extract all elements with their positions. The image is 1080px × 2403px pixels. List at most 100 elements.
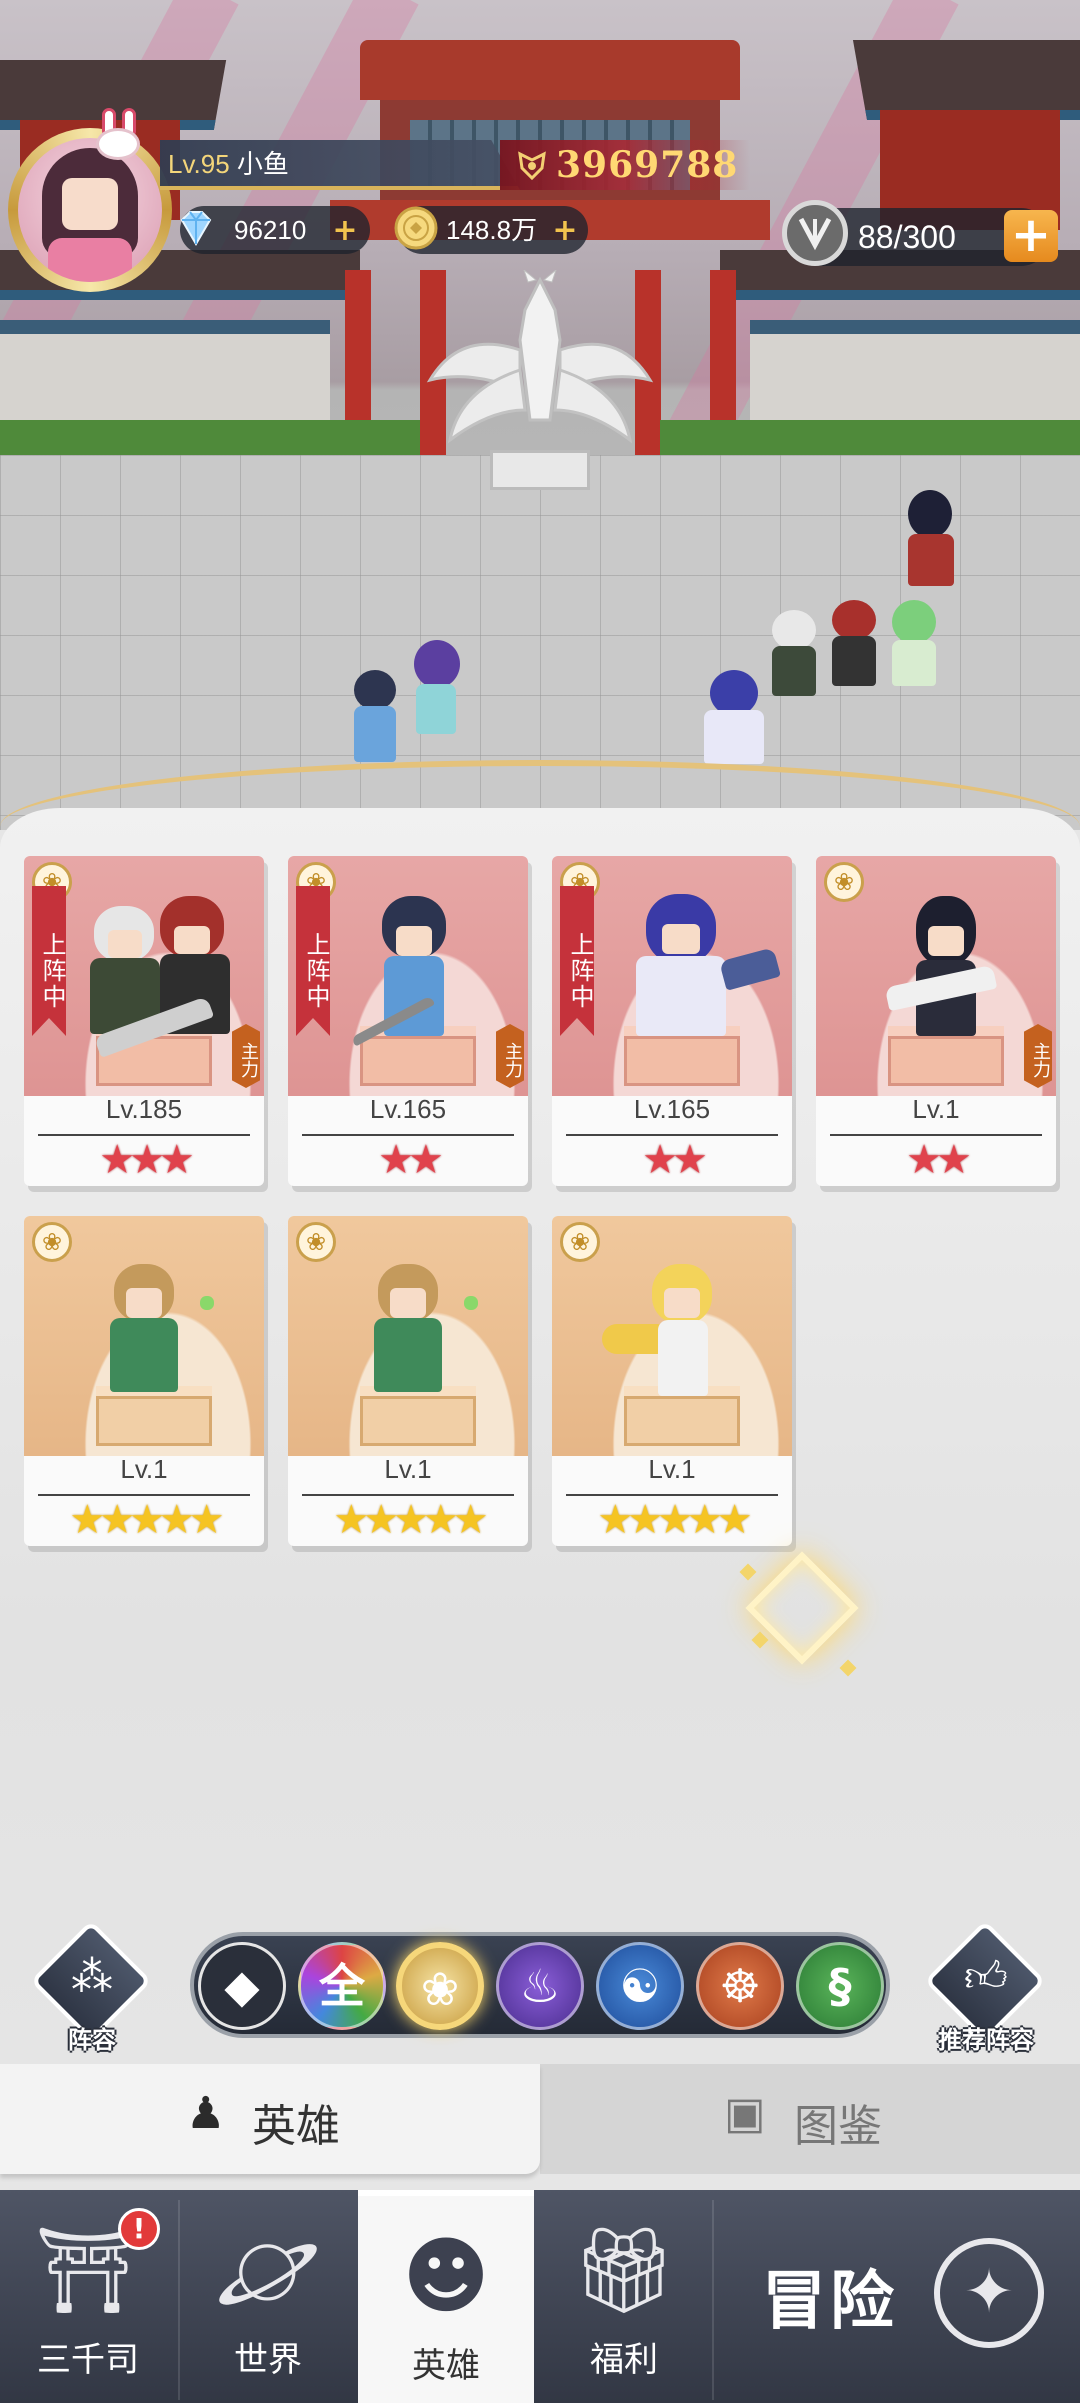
adventure-button[interactable]: 冒险 ✦ <box>712 2190 1080 2403</box>
hero-portrait <box>348 1264 498 1414</box>
divider <box>38 1494 250 1496</box>
hero-card[interactable]: ❀ Lv.1 ★★★★★ <box>24 1216 264 1546</box>
hero-portrait <box>64 896 254 1058</box>
fox-statue <box>426 270 654 444</box>
all-filter-label: 全 <box>319 1959 365 2013</box>
statue-base <box>490 450 590 490</box>
divider <box>830 1134 1042 1136</box>
recommended-lineup-label: 推荐阵容 <box>938 2026 1034 2054</box>
compass-icon: ✦ <box>934 2238 1044 2348</box>
star-rating: ★★★★★ <box>69 1497 224 1543</box>
player-level: Lv.95 <box>168 149 230 179</box>
notification-badge: ! <box>118 2208 160 2250</box>
deployed-ribbon: 上阵中 <box>32 886 66 1036</box>
hero-level: Lv.1 <box>648 1454 696 1484</box>
nav-label: 福利 <box>590 2340 658 2380</box>
enemy-green-hair <box>880 600 950 700</box>
star-rating: ★★ <box>906 1137 972 1183</box>
add-diamond-button[interactable]: + <box>330 216 360 246</box>
dna-icon[interactable]: § <box>796 1942 884 2030</box>
nav-item-world[interactable]: 🪐︎ 世界 <box>180 2190 356 2403</box>
hero-head-icon: ☻ <box>402 2227 490 2325</box>
grass <box>0 420 420 460</box>
add-gold-button[interactable]: + <box>550 216 580 246</box>
nav-label: 世界 <box>234 2340 302 2380</box>
diamond-icon <box>180 211 212 246</box>
player-level-label: Lv.95 小鱼 <box>168 142 289 186</box>
enemy-ponytail <box>890 490 970 600</box>
star-rating: ★★ <box>378 1137 444 1183</box>
codex-book-icon: ▣ <box>724 2088 766 2139</box>
main-force-tag: 主力 <box>496 1024 524 1088</box>
tab-codex-label: 图鉴 <box>794 2101 882 2152</box>
all-icon[interactable]: 全 <box>298 1942 386 2030</box>
combat-power-icon <box>518 151 546 180</box>
lineup-network-icon: ⁂ <box>71 1952 113 2001</box>
star-rating: ★★★ <box>99 1137 195 1183</box>
gold-value: 148.8万 <box>446 215 538 245</box>
deployed-ribbon: 上阵中 <box>560 886 594 1036</box>
gift-box-icon: 🎁︎ <box>570 2221 678 2319</box>
combat-power-value: 3969788 <box>556 144 739 186</box>
planet-icon: 🪐︎ <box>214 2221 322 2319</box>
swirl-icon[interactable]: ☯ <box>596 1942 684 2030</box>
hero-level: Lv.1 <box>120 1454 168 1484</box>
nav-label: 三千司 <box>37 2340 139 2380</box>
lineup-label: 阵容 <box>68 2026 116 2054</box>
hero-level: Lv.165 <box>369 1094 447 1124</box>
deployed-ribbon: 上阵中 <box>296 886 330 1036</box>
pagoda-roof <box>852 40 1080 120</box>
hero-portrait <box>348 896 508 1056</box>
player-name: 小鱼 <box>236 149 289 179</box>
main-force-tag: 主力 <box>232 1024 260 1088</box>
star-rating: ★★★★★ <box>333 1497 488 1543</box>
fire-icon[interactable]: ♨ <box>496 1942 584 2030</box>
hero-portrait <box>84 1264 234 1414</box>
recommended-lineup-button[interactable]: 👍︎ 推荐阵容 <box>924 1920 1046 2054</box>
hero-card[interactable]: ❀ 上阵中 Lv.165 ★★ <box>552 856 792 1186</box>
lotus-faction-icon: ❀ <box>296 1222 336 1262</box>
add-energy-button[interactable]: + <box>1004 210 1058 262</box>
lotus-faction-icon: ❀ <box>560 1222 600 1262</box>
hero-card[interactable]: ❀ Lv.1 ★★★★★ <box>288 1216 528 1546</box>
lotus-icon[interactable]: ❀ <box>396 1942 484 2030</box>
hero-card[interactable]: ❀ 上阵中 主力 Lv.185 ★★★ <box>24 856 264 1186</box>
thumbs-up-icon: 👍︎ <box>964 1952 1008 2001</box>
gold-coin-icon <box>394 206 438 250</box>
hero-card[interactable]: ❀ Lv.1 ★★★★★ <box>552 1216 792 1546</box>
tab-heroes-label: 英雄 <box>252 2101 340 2152</box>
meditation-icon[interactable]: ☸ <box>696 1942 784 2030</box>
game-screen: Lv.95 小鱼 3969788 96210 + 148.8万 + 88/300… <box>0 0 1080 2403</box>
star-rating: ★★★★★ <box>597 1497 752 1543</box>
diamond-value: 96210 <box>234 215 307 245</box>
lotus-faction-icon: ❀ <box>824 862 864 902</box>
diamond-pattern-icon[interactable]: ◆ <box>198 1942 286 2030</box>
nav-label: 英雄 <box>412 2346 480 2386</box>
temple-scene <box>0 0 1080 830</box>
divider <box>302 1134 514 1136</box>
energy-icon <box>782 200 848 266</box>
hero-level: Lv.185 <box>105 1094 183 1124</box>
grass <box>660 420 1080 460</box>
divider <box>566 1494 778 1496</box>
lotus-faction-icon: ❀ <box>32 1222 72 1262</box>
hero-card[interactable]: ❀ 主力 Lv.1 ★★ <box>816 856 1056 1186</box>
hero-portrait <box>592 1264 762 1414</box>
hero-portrait <box>602 894 782 1054</box>
nav-item-welfare[interactable]: 🎁︎ 福利 <box>536 2190 712 2403</box>
hero-level: Lv.1 <box>384 1454 432 1484</box>
hero-card[interactable]: ❀ 上阵中 主力 Lv.165 ★★ <box>288 856 528 1186</box>
divider <box>302 1494 514 1496</box>
adventure-label: 冒险 <box>762 2265 898 2339</box>
bunny-ornament-icon <box>88 108 148 162</box>
hero-silhouette-icon: ♟ <box>186 2088 226 2139</box>
hero-level: Lv.165 <box>633 1094 711 1124</box>
divider <box>38 1134 250 1136</box>
energy-value: 88/300 <box>858 219 956 255</box>
main-force-tag: 主力 <box>1024 1024 1052 1088</box>
lineup-button[interactable]: ⁂ 阵容 <box>30 1920 152 2054</box>
hero-portrait <box>866 896 1036 1056</box>
nav-item-heroes[interactable]: ☻ 英雄 <box>358 2190 534 2403</box>
gate-roof <box>360 40 740 100</box>
star-rating: ★★ <box>642 1137 708 1183</box>
